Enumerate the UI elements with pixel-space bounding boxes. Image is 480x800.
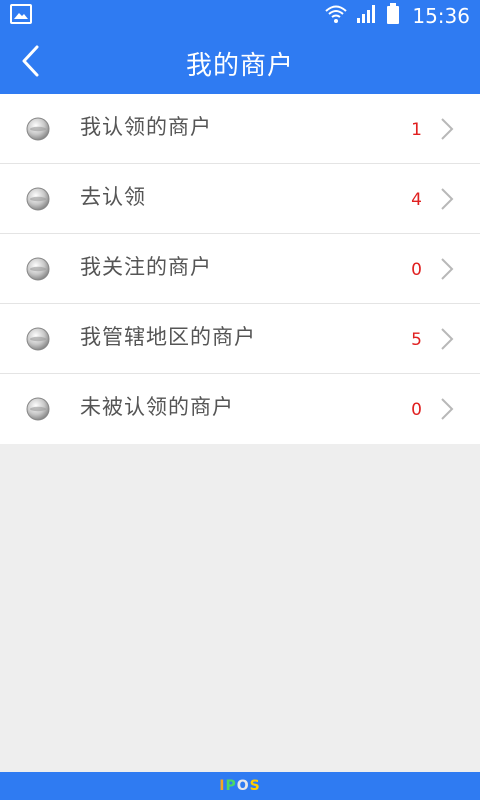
list-item-region[interactable]: 我管辖地区的商户 5 — [0, 304, 480, 374]
bullet-icon — [26, 397, 50, 421]
status-bar-left — [10, 4, 32, 28]
status-time: 15:36 — [412, 4, 470, 28]
chevron-right-icon — [440, 117, 454, 141]
bullet-icon — [26, 117, 50, 141]
bullet-icon — [26, 327, 50, 351]
app-bar: 我的商户 — [0, 32, 480, 94]
list-item-count: 0 — [411, 400, 422, 420]
back-button[interactable] — [8, 38, 52, 88]
battery-icon — [386, 3, 400, 29]
chevron-left-icon — [19, 44, 41, 82]
brand-logo: IPOS — [219, 778, 260, 794]
chevron-right-icon — [440, 257, 454, 281]
list-item-label: 我管辖地区的商户 — [80, 325, 256, 349]
page-title: 我的商户 — [185, 50, 294, 81]
bottom-bar: IPOS — [0, 772, 480, 800]
signal-icon — [356, 4, 378, 28]
list-item-followed[interactable]: 我关注的商户 0 — [0, 234, 480, 304]
status-bar-right: 15:36 — [324, 3, 470, 29]
list-item-label: 我认领的商户 — [80, 115, 212, 139]
list-item-count: 4 — [411, 190, 422, 210]
list-item-label: 去认领 — [80, 185, 146, 209]
chevron-right-icon — [440, 397, 454, 421]
chevron-right-icon — [440, 327, 454, 351]
wifi-icon — [324, 3, 348, 29]
list-item-go-claim[interactable]: 去认领 4 — [0, 164, 480, 234]
brand-logo-letter: S — [249, 778, 261, 794]
merchant-list: 我认领的商户 1 去认领 4 我关注的商户 0 我管辖地区的商户 5 未被认领的… — [0, 94, 480, 444]
list-item-my-claimed[interactable]: 我认领的商户 1 — [0, 94, 480, 164]
chevron-right-icon — [440, 187, 454, 211]
list-item-count: 5 — [411, 330, 422, 350]
bullet-icon — [26, 257, 50, 281]
brand-logo-letter: P — [225, 778, 237, 794]
list-item-count: 0 — [411, 260, 422, 280]
bullet-icon — [26, 187, 50, 211]
list-item-label: 我关注的商户 — [80, 255, 212, 279]
list-item-count: 1 — [411, 120, 422, 140]
list-item-label: 未被认领的商户 — [80, 395, 234, 419]
brand-logo-letter: O — [236, 778, 250, 794]
gallery-icon — [10, 4, 32, 28]
status-bar: 15:36 — [0, 0, 480, 32]
list-item-unclaimed[interactable]: 未被认领的商户 0 — [0, 374, 480, 444]
